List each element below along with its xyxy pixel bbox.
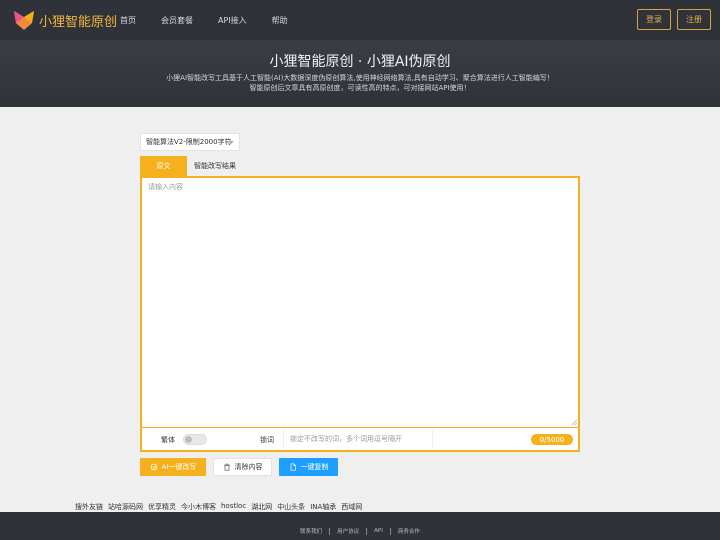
page-title: 小狸智能原创 · 小狸AI伪原创 <box>269 54 451 70</box>
clear-content-button[interactable]: 清除内容 <box>213 458 272 476</box>
ai-rewrite-button[interactable]: AI一键改写 <box>140 458 206 476</box>
logo-text: 小狸智能原创 <box>39 14 118 30</box>
nav-membership[interactable]: 会员套餐 <box>161 15 193 26</box>
editor-tabs: 原文 智能改写结果 <box>140 156 243 176</box>
footer-links: 联系我们 用户协议 API 商务合作 <box>0 527 720 535</box>
tab-original[interactable]: 原文 <box>140 156 187 176</box>
nav-home[interactable]: 首页 <box>120 15 136 26</box>
footer-divider <box>329 527 331 535</box>
footer-link-contact[interactable]: 联系我们 <box>300 527 322 535</box>
footer: 联系我们 用户协议 API 商务合作 <box>0 512 720 540</box>
algorithm-select[interactable]: 智能算法V2-限制2000字符 <box>140 133 240 151</box>
register-button[interactable]: 注册 <box>677 9 711 30</box>
content-textarea[interactable] <box>142 178 578 426</box>
friend-link[interactable]: 西域网 <box>341 502 362 512</box>
nav-api[interactable]: API接入 <box>218 15 247 26</box>
footer-link-business[interactable]: 商务合作 <box>398 527 420 535</box>
nav-help[interactable]: 帮助 <box>272 15 288 26</box>
logo[interactable]: 小狸智能原创 <box>12 8 122 32</box>
top-navbar: 小狸智能原创 首页 会员套餐 API接入 帮助 登录 注册 <box>0 0 720 40</box>
hero-banner: 小狸智能原创 · 小狸AI伪原创 小狸AI智能改写工具基于人工智能(AI)大数据… <box>0 40 720 107</box>
login-button[interactable]: 登录 <box>637 9 671 30</box>
traditional-toggle[interactable] <box>183 434 207 445</box>
friend-link[interactable]: 站哈源码网 <box>108 502 143 512</box>
friend-link[interactable]: 中山头条 <box>277 502 305 512</box>
footer-link-agreement[interactable]: 用户协议 <box>337 527 359 535</box>
trash-icon <box>223 463 230 471</box>
friend-link[interactable]: 今小木博客 <box>181 502 216 512</box>
char-counter-badge: 0/5000 <box>531 434 573 445</box>
friend-link[interactable]: 优享精灵 <box>148 502 176 512</box>
footer-link-api[interactable]: API <box>374 528 383 534</box>
clear-content-label: 清除内容 <box>234 463 263 471</box>
friend-link[interactable]: 搜外友链 <box>75 502 103 512</box>
hero-description-line2: 智能原创后文章具有高原创度，可读性高的特点，可对接网站API使用！ <box>249 84 471 92</box>
lock-words-label: 锁词 <box>260 436 274 444</box>
friend-link[interactable]: hostloc <box>221 502 246 512</box>
editor-panel: 繁体 锁词 0/5000 <box>140 176 580 452</box>
traditional-label: 繁体 <box>161 436 175 444</box>
friend-link[interactable]: 湖北网 <box>251 502 272 512</box>
resize-handle-icon[interactable] <box>571 419 577 425</box>
friend-links: 搜外友链 站哈源码网 优享精灵 今小木博客 hostloc 湖北网 中山头条 I… <box>75 502 367 512</box>
tab-rewrite-result[interactable]: 智能改写结果 <box>187 156 243 176</box>
copy-button[interactable]: 一键复制 <box>279 458 338 476</box>
algorithm-select-value: 智能算法V2-限制2000字符 <box>146 138 232 146</box>
footer-divider <box>366 527 368 535</box>
copy-label: 一键复制 <box>300 463 329 471</box>
lock-words-input[interactable] <box>283 430 433 448</box>
ai-rewrite-label: AI一键改写 <box>161 463 197 471</box>
editor-options-bar: 繁体 锁词 0/5000 <box>142 427 578 450</box>
main-nav: 首页 会员套餐 API接入 帮助 <box>120 0 313 40</box>
footer-divider <box>389 527 391 535</box>
document-icon <box>290 463 296 471</box>
hero-description-line1: 小狸AI智能改写工具基于人工智能(AI)大数据深度伪原创算法,使用神经网络算法,… <box>166 74 554 82</box>
friend-link[interactable]: INA轴承 <box>310 502 336 512</box>
refresh-icon <box>150 463 157 471</box>
fox-logo-icon <box>14 11 34 30</box>
chevron-down-icon <box>228 141 234 144</box>
